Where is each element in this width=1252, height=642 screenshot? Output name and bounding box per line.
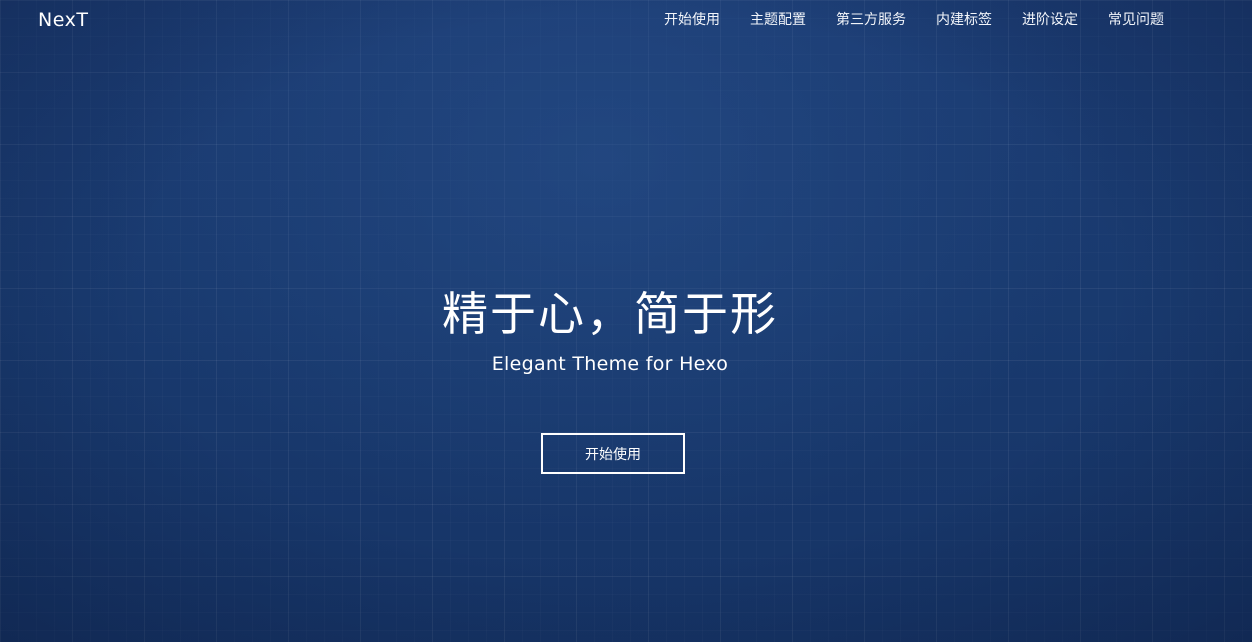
nav-item-tag-plugins[interactable]: 内建标签 <box>936 11 992 29</box>
nav-item-getting-started[interactable]: 开始使用 <box>664 11 720 29</box>
nav-item-faq[interactable]: 常见问题 <box>1108 11 1164 29</box>
nav-item-advanced-settings[interactable]: 进阶设定 <box>1022 11 1078 29</box>
hero-subtitle: Elegant Theme for Hexo <box>491 353 729 375</box>
nav-item-third-party-services[interactable]: 第三方服务 <box>836 11 906 29</box>
hero-section: 精于心，简于形 Elegant Theme for Hexo <box>0 282 1252 378</box>
site-header: NexT 开始使用 主题配置 第三方服务 内建标签 进阶设定 常见问题 <box>0 0 1252 40</box>
get-started-button[interactable]: 开始使用 <box>541 433 685 474</box>
nav-item-theme-settings[interactable]: 主题配置 <box>750 11 806 29</box>
site-logo[interactable]: NexT <box>38 9 88 31</box>
hero-title: 精于心，简于形 <box>442 287 778 341</box>
main-nav: 开始使用 主题配置 第三方服务 内建标签 进阶设定 常见问题 <box>634 11 1164 29</box>
